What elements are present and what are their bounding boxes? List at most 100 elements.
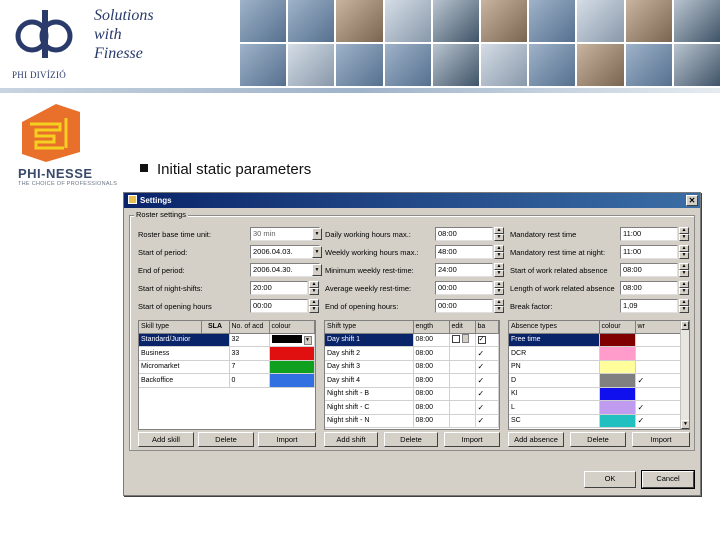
absence-name[interactable]: L	[509, 400, 600, 415]
color-swatch[interactable]	[599, 387, 636, 401]
table-row[interactable]: D ✓	[509, 373, 681, 388]
table-row[interactable]: Day shift 2 08:00 ✓	[325, 346, 499, 361]
column-header[interactable]: colour	[599, 321, 636, 334]
table-row[interactable]: PN	[509, 360, 681, 374]
break-factor-input[interactable]: 1,09	[620, 299, 678, 313]
color-swatch[interactable]	[269, 346, 315, 361]
spinner-icon[interactable]: ▲ ▼	[309, 299, 319, 313]
check-icon[interactable]: ✓	[475, 387, 499, 401]
night-shift-start-input[interactable]: 20:00	[250, 281, 308, 295]
spinner-icon[interactable]: ▲ ▼	[494, 299, 504, 313]
skill-name[interactable]: Micromarket	[139, 360, 230, 374]
scroll-down-icon[interactable]: ▼	[681, 420, 689, 429]
check-icon[interactable]: ✓	[635, 414, 681, 428]
add-skill-button[interactable]: Add skill	[138, 432, 194, 447]
color-swatch[interactable]	[269, 360, 315, 374]
column-header[interactable]: Absence types	[509, 321, 600, 334]
table-row[interactable]: Micromarket 7	[139, 360, 315, 374]
spinner-icon[interactable]: ▲ ▼	[494, 263, 504, 277]
mandatory-rest-input[interactable]: 11:00	[620, 227, 678, 241]
table-row[interactable]: Night shift - B 08:00 ✓	[325, 387, 499, 401]
chevron-down-icon[interactable]: ▼	[312, 228, 322, 240]
daily-hours-max-input[interactable]: 08:00	[435, 227, 493, 241]
skill-count[interactable]: 33	[229, 346, 270, 361]
chevron-down-icon[interactable]: ▼	[312, 246, 322, 258]
edit-cell[interactable]	[449, 360, 476, 374]
shift-length[interactable]: 08:00	[413, 400, 450, 415]
column-header[interactable]: wr	[635, 321, 681, 334]
table-row[interactable]: Standard/Junior 32 ▼	[139, 333, 315, 347]
check-icon[interactable]: ✓	[475, 360, 499, 374]
column-header[interactable]: ba	[475, 321, 499, 334]
scroll-up-icon[interactable]: ▲	[681, 321, 689, 330]
table-row[interactable]: KI	[509, 387, 681, 401]
edit-cell[interactable]	[449, 400, 476, 415]
spinner-icon[interactable]: ▲ ▼	[679, 263, 689, 277]
column-header[interactable]: SLA	[201, 321, 230, 334]
skill-name[interactable]: Backoffice	[139, 373, 230, 388]
shift-length[interactable]: 08:00	[413, 333, 450, 347]
absence-length-input[interactable]: 08:00	[620, 281, 678, 295]
shift-length[interactable]: 08:00	[413, 414, 450, 428]
mandatory-rest-night-input[interactable]: 11:00	[620, 245, 678, 259]
checkbox[interactable]	[635, 346, 681, 361]
color-swatch[interactable]	[599, 346, 636, 361]
check-icon[interactable]: ✓	[635, 400, 681, 415]
spinner-icon[interactable]: ▲ ▼	[494, 281, 504, 295]
skill-name[interactable]: Business	[139, 346, 230, 361]
shift-length[interactable]: 08:00	[413, 360, 450, 374]
base-time-unit-select[interactable]: 30 min	[250, 227, 320, 241]
skill-count[interactable]: 7	[229, 360, 270, 374]
min-weekly-rest-input[interactable]: 24:00	[435, 263, 493, 277]
spinner-icon[interactable]: ▲ ▼	[494, 245, 504, 259]
skill-name[interactable]: Standard/Junior	[139, 333, 230, 347]
spinner-icon[interactable]: ▲ ▼	[679, 227, 689, 241]
skill-count[interactable]: 0	[229, 373, 270, 388]
chevron-down-icon[interactable]: ▼	[312, 264, 322, 276]
color-swatch[interactable]	[599, 400, 636, 415]
checkbox[interactable]: ✓	[475, 333, 499, 347]
shift-length[interactable]: 08:00	[413, 387, 450, 401]
spinner-icon[interactable]: ▲ ▼	[494, 227, 504, 241]
shift-name[interactable]: Day shift 2	[325, 346, 414, 361]
checkbox[interactable]	[635, 387, 681, 401]
color-swatch[interactable]	[599, 360, 636, 374]
shift-length[interactable]: 08:00	[413, 373, 450, 388]
table-row[interactable]: Free time	[509, 333, 681, 347]
opening-start-input[interactable]: 00:00	[250, 299, 308, 313]
table-row[interactable]: Day shift 4 08:00 ✓	[325, 373, 499, 388]
absence-name[interactable]: KI	[509, 387, 600, 401]
table-row[interactable]: Day shift 1 08:00 ✓	[325, 333, 499, 347]
check-icon[interactable]: ✓	[475, 414, 499, 428]
add-shift-button[interactable]: Add shift	[324, 432, 378, 447]
weekly-hours-max-input[interactable]: 48:00	[435, 245, 493, 259]
absence-name[interactable]: D	[509, 373, 600, 388]
edit-cell[interactable]	[449, 387, 476, 401]
table-row[interactable]: SC ✓	[509, 414, 681, 428]
spinner-icon[interactable]: ▲ ▼	[679, 245, 689, 259]
table-row[interactable]: Backoffice 0	[139, 373, 315, 388]
spinner-icon[interactable]: ▲ ▼	[679, 299, 689, 313]
check-icon[interactable]: ✓	[635, 373, 681, 388]
column-header[interactable]: Skill type	[139, 321, 202, 334]
delete-absence-button[interactable]: Delete	[570, 432, 626, 447]
cancel-button[interactable]: Cancel	[641, 470, 695, 489]
table-row[interactable]: DCR	[509, 346, 681, 361]
color-swatch[interactable]	[599, 414, 636, 428]
absence-name[interactable]: SC	[509, 414, 600, 428]
skill-count[interactable]: 32	[229, 333, 270, 347]
column-header[interactable]: ength	[413, 321, 450, 334]
edit-cell[interactable]	[449, 346, 476, 361]
import-absence-button[interactable]: Import	[632, 432, 690, 447]
absence-name[interactable]: Free time	[509, 333, 600, 347]
check-icon[interactable]: ✓	[475, 346, 499, 361]
avg-weekly-rest-input[interactable]: 00:00	[435, 281, 493, 295]
spinner-icon[interactable]: ▲ ▼	[309, 281, 319, 295]
checkbox[interactable]	[635, 333, 681, 347]
table-row[interactable]: Day shift 3 08:00 ✓	[325, 360, 499, 374]
shift-name[interactable]: Day shift 3	[325, 360, 414, 374]
color-swatch[interactable]: ▼	[269, 333, 315, 347]
shift-name[interactable]: Night shift - B	[325, 387, 414, 401]
shift-name[interactable]: Night shift - N	[325, 414, 414, 428]
ok-button[interactable]: OK	[584, 471, 636, 488]
